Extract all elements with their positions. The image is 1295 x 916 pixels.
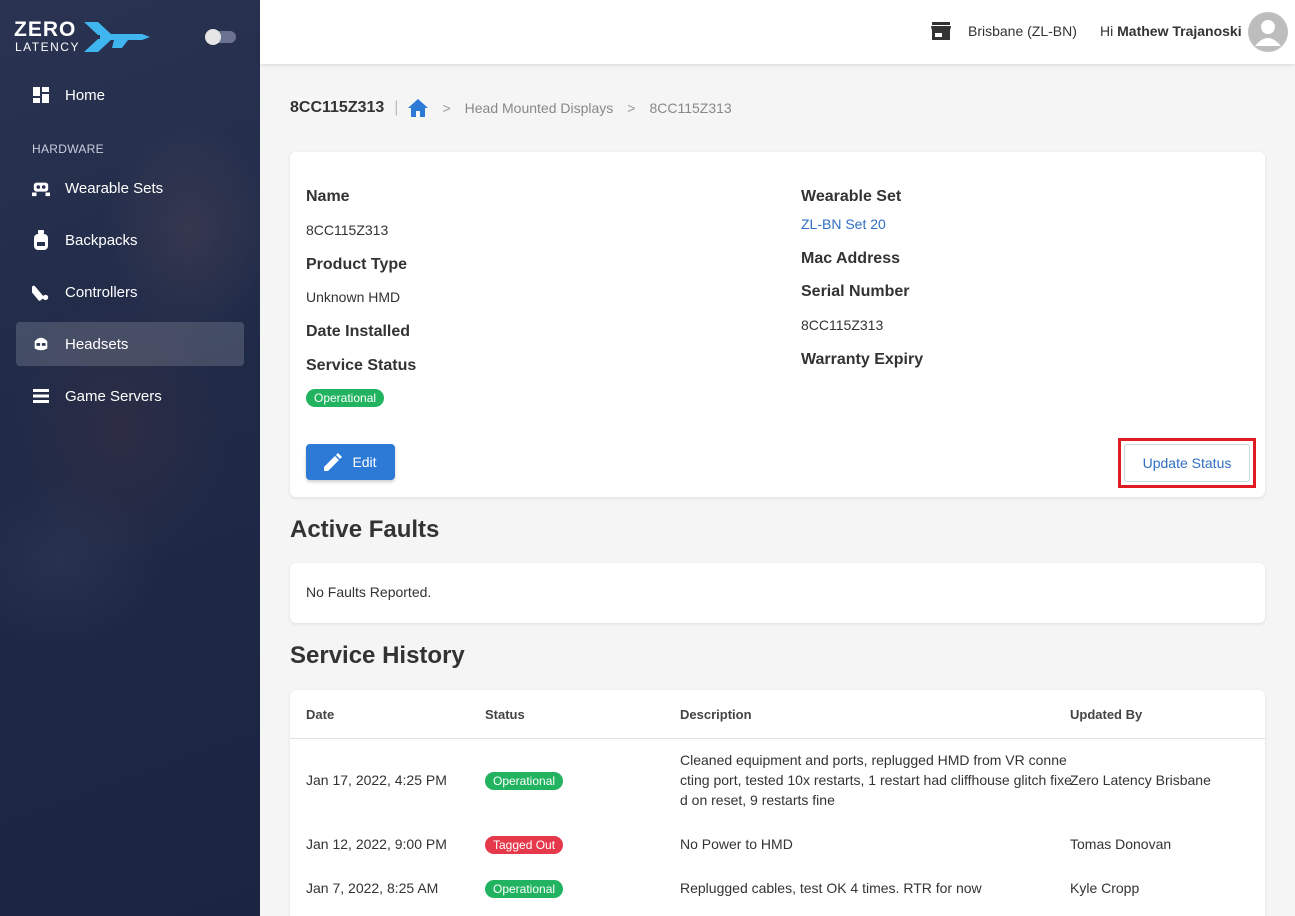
sidebar-item-headsets[interactable]: Headsets <box>16 322 244 366</box>
row-status: Operational <box>485 880 564 898</box>
date-installed-label: Date Installed <box>306 323 411 340</box>
breadcrumb-head-mounted-displays[interactable]: Head Mounted Displays <box>465 100 614 116</box>
product-type-label: Product Type <box>306 256 408 273</box>
row-updated-by: Kyle Cropp <box>1070 880 1140 896</box>
edit-button-label: Edit <box>352 454 377 470</box>
sidebar-item-game-servers[interactable]: Game Servers <box>16 374 244 418</box>
sidebar-item-wearable-sets[interactable]: Wearable Sets <box>16 166 244 210</box>
name-label: Name <box>306 188 350 205</box>
zero-latency-logo[interactable]: ZERO LATENCY <box>14 18 150 56</box>
page-title: 8CC115Z313 <box>290 99 385 116</box>
sidebar-item-label: Headsets <box>65 335 129 353</box>
serial-number-label: Serial Number <box>801 283 910 300</box>
service-history-table: Date Status Description Updated By Jan 1… <box>290 690 1265 916</box>
row-description: Cleaned equipment and ports, replugged H… <box>680 752 1072 808</box>
warranty-expiry-label: Warranty Expiry <box>801 351 924 368</box>
status-badge: Operational <box>485 772 564 790</box>
service-history-title: Service History <box>290 642 465 669</box>
row-status: Tagged Out <box>485 836 564 854</box>
row-description: Replugged cables, test OK 4 times. RTR f… <box>680 880 982 896</box>
sidebar-item-backpacks[interactable]: Backpacks <box>16 218 244 262</box>
mac-address-label: Mac Address <box>801 250 900 267</box>
controller-icon <box>32 283 50 301</box>
sidebar-item-label: Wearable Sets <box>65 179 164 197</box>
breadcrumb-divider: | <box>394 99 399 116</box>
row-status: Operational <box>485 772 564 790</box>
column-header-description[interactable]: Description <box>680 707 752 722</box>
pencil-icon <box>324 453 343 471</box>
chevron-right-icon: > <box>442 100 451 116</box>
row-updated-by: Zero Latency Brisbane <box>1070 772 1211 788</box>
user-greeting: Hi Mathew Trajanoski <box>1100 23 1242 39</box>
breadcrumb-current: 8CC115Z313 <box>649 100 732 116</box>
sidebar-item-label: Controllers <box>65 283 138 301</box>
update-status-highlight: Update Status <box>1118 438 1256 488</box>
theme-toggle-knob <box>205 29 221 45</box>
sidebar-item-label: Backpacks <box>65 231 138 249</box>
column-header-updated-by[interactable]: Updated By <box>1070 707 1142 722</box>
active-faults-card: No Faults Reported. <box>290 563 1265 623</box>
sidebar: ZERO LATENCY Home HARDWARE Wearable Sets… <box>0 0 260 916</box>
update-status-button[interactable]: Update Status <box>1124 444 1250 482</box>
sidebar-item-controllers[interactable]: Controllers <box>16 270 244 314</box>
avatar[interactable] <box>1248 12 1288 52</box>
row-date: Jan 7, 2022, 8:25 AM <box>306 880 439 896</box>
serial-number-value: 8CC115Z313 <box>801 317 884 333</box>
sidebar-background-art <box>0 0 260 916</box>
vr-set-icon <box>32 179 50 197</box>
backpack-icon <box>32 230 50 250</box>
row-date: Jan 17, 2022, 4:25 PM <box>306 772 447 788</box>
dashboard-icon <box>32 86 50 104</box>
wearable-set-link[interactable]: ZL-BN Set 20 <box>801 216 886 232</box>
user-name: Mathew Trajanoski <box>1117 23 1242 39</box>
home-icon[interactable] <box>408 99 429 117</box>
table-header-divider <box>290 738 1265 739</box>
service-status-value: Operational <box>306 389 385 407</box>
chevron-right-icon: > <box>627 100 636 116</box>
status-badge: Operational <box>485 880 564 898</box>
column-header-date[interactable]: Date <box>306 707 334 722</box>
sidebar-section-hardware: HARDWARE <box>32 142 104 156</box>
row-date: Jan 12, 2022, 9:00 PM <box>306 836 447 852</box>
row-updated-by: Tomas Donovan <box>1070 836 1172 852</box>
service-status-label: Service Status <box>306 357 417 374</box>
theme-toggle[interactable] <box>205 29 236 45</box>
active-faults-title: Active Faults <box>290 516 440 543</box>
column-header-status[interactable]: Status <box>485 707 525 722</box>
greeting-prefix: Hi <box>1100 23 1114 39</box>
status-badge: Operational <box>306 389 385 407</box>
server-icon <box>32 387 50 405</box>
logo-text-top: ZERO <box>14 18 77 41</box>
logo-jet-icon <box>84 22 150 52</box>
headset-details-card: Name 8CC115Z313 Product Type Unknown HMD… <box>290 152 1265 497</box>
product-type-value: Unknown HMD <box>306 289 401 305</box>
breadcrumb: 8CC115Z313 | > Head Mounted Displays > 8… <box>290 98 732 118</box>
sidebar-item-label: Game Servers <box>65 387 162 405</box>
store-icon <box>931 22 951 43</box>
no-faults-message: No Faults Reported. <box>306 584 432 600</box>
name-value: 8CC115Z313 <box>306 222 389 238</box>
headset-icon <box>32 335 50 353</box>
edit-button[interactable]: Edit <box>306 444 395 480</box>
sidebar-item-label: Home <box>65 86 106 104</box>
user-avatar-icon <box>1255 20 1281 46</box>
status-badge: Tagged Out <box>485 836 564 854</box>
logo-text-bottom: LATENCY <box>15 40 80 54</box>
row-description: No Power to HMD <box>680 836 793 852</box>
wearable-set-label: Wearable Set <box>801 188 902 205</box>
location-selector[interactable]: Brisbane (ZL-BN) <box>968 23 1077 39</box>
top-bar: Brisbane (ZL-BN) Hi Mathew Trajanoski <box>260 0 1295 64</box>
sidebar-item-home[interactable]: Home <box>16 73 244 117</box>
